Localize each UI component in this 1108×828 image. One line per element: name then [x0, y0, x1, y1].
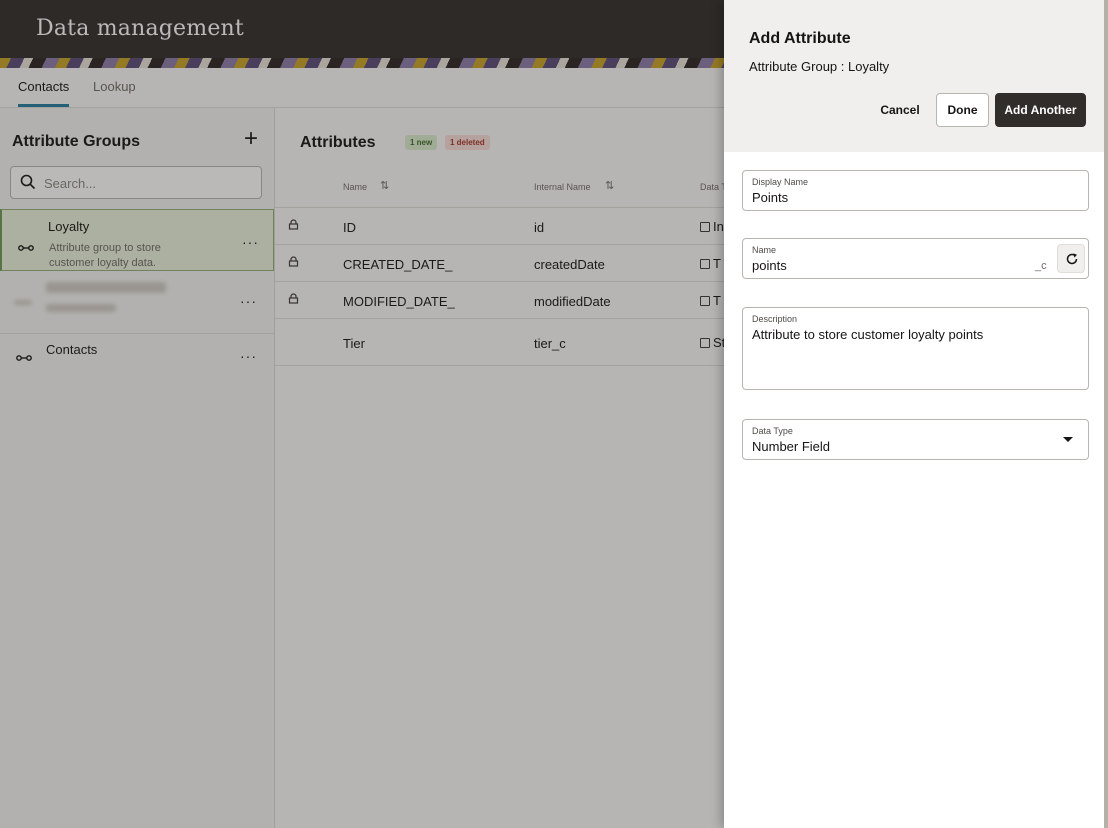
description-textarea[interactable]: Attribute to store customer loyalty poin…	[752, 327, 1077, 382]
display-name-input[interactable]	[752, 190, 1022, 205]
name-field[interactable]: Name _c	[742, 238, 1089, 279]
data-type-value: Number Field	[752, 439, 831, 454]
refresh-icon	[1066, 253, 1078, 265]
drawer-title: Add Attribute	[749, 30, 851, 47]
display-name-label: Display Name	[752, 177, 809, 187]
add-attribute-drawer: Add Attribute Attribute Group : Loyalty …	[724, 0, 1104, 828]
cancel-button[interactable]: Cancel	[870, 93, 930, 127]
refresh-button[interactable]	[1057, 244, 1085, 273]
done-button[interactable]: Done	[936, 93, 989, 127]
name-suffix: _c	[1035, 260, 1047, 272]
drawer-header: Add Attribute Attribute Group : Loyalty …	[724, 0, 1104, 152]
description-field[interactable]: Description Attribute to store customer …	[742, 307, 1089, 390]
data-type-select[interactable]: Data Type Number Field	[742, 419, 1089, 460]
data-type-label: Data Type	[752, 426, 793, 436]
drawer-subtitle: Attribute Group : Loyalty	[749, 59, 890, 74]
display-name-field[interactable]: Display Name	[742, 170, 1089, 211]
description-label: Description	[752, 314, 798, 324]
add-another-button[interactable]: Add Another	[995, 93, 1086, 127]
chevron-down-icon	[1063, 437, 1073, 442]
name-label: Name	[752, 245, 777, 255]
scrollbar[interactable]	[1104, 0, 1108, 828]
name-input[interactable]	[752, 258, 1022, 273]
